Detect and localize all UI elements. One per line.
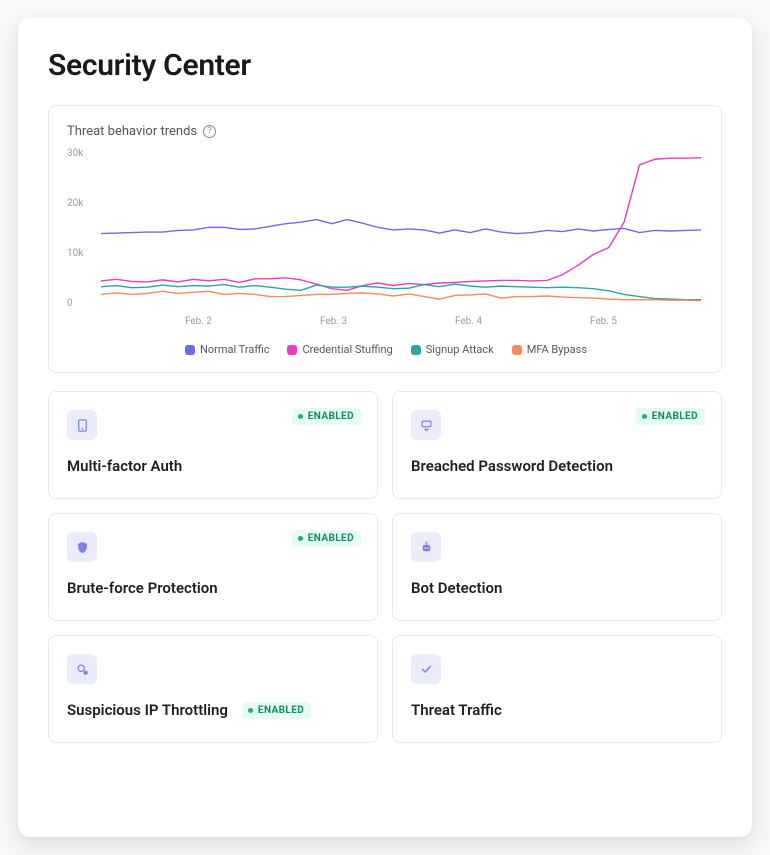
swatch (287, 345, 297, 355)
bot-icon (411, 532, 441, 562)
chart-series-line (101, 158, 701, 291)
status-dot-icon (298, 536, 303, 541)
status-dot-icon (298, 414, 303, 419)
lock-icon (67, 410, 97, 440)
tile-breached-password-detection[interactable]: ENABLED Breached Password Detection (392, 391, 722, 499)
tile-threat-traffic[interactable]: Threat Traffic (392, 635, 722, 743)
alert-icon (411, 410, 441, 440)
status-label: ENABLED (308, 533, 354, 544)
tile-brute-force-protection[interactable]: ENABLED Brute-force Protection (48, 513, 378, 621)
tile-title: Brute-force Protection (67, 579, 218, 597)
plot-area (101, 153, 701, 309)
ip-icon (67, 654, 97, 684)
chart-title: Threat behavior trends (67, 124, 197, 139)
legend-label: MFA Bypass (527, 343, 587, 356)
threat-trends-card: Threat behavior trends ? 30k 20k 10k 0 F… (48, 105, 722, 373)
legend-item: Credential Stuffing (287, 343, 392, 356)
threat-trends-plot: 30k 20k 10k 0 Feb. 2 Feb. 3 Feb. 4 Feb. … (67, 149, 705, 327)
legend-item: MFA Bypass (512, 343, 587, 356)
shield-icon (67, 532, 97, 562)
x-tick: Feb. 4 (455, 316, 482, 327)
legend-label: Signup Attack (426, 343, 494, 356)
status-label: ENABLED (308, 411, 354, 422)
status-dot-icon (642, 414, 647, 419)
chart-series-line (101, 220, 701, 234)
legend-label: Credential Stuffing (302, 343, 392, 356)
legend-item: Signup Attack (411, 343, 494, 356)
status-badge: ENABLED (292, 530, 361, 547)
x-tick: Feb. 5 (590, 316, 617, 327)
chart-series-line (101, 291, 701, 300)
x-tick: Feb. 3 (320, 316, 347, 327)
x-tick: Feb. 2 (185, 316, 212, 327)
y-tick: 20k (67, 199, 95, 209)
y-tick: 10k (67, 249, 95, 259)
status-badge: ENABLED (242, 702, 311, 719)
tile-title: Multi-factor Auth (67, 457, 182, 475)
tile-title: Breached Password Detection (411, 457, 613, 475)
y-axis: 30k 20k 10k 0 (67, 149, 95, 309)
check-icon (411, 654, 441, 684)
feature-tiles: ENABLED Multi-factor Auth ENABLED Breach… (48, 391, 722, 743)
swatch (512, 345, 522, 355)
chart-legend: Normal Traffic Credential Stuffing Signu… (67, 343, 705, 356)
tile-title: Bot Detection (411, 579, 502, 597)
swatch (411, 345, 421, 355)
tile-suspicious-ip-throttling[interactable]: Suspicious IP Throttling ENABLED (48, 635, 378, 743)
status-label: ENABLED (258, 705, 304, 716)
tile-title: Suspicious IP Throttling (67, 701, 228, 719)
security-center-panel: Security Center Threat behavior trends ?… (18, 18, 752, 837)
swatch (185, 345, 195, 355)
page-title: Security Center (48, 48, 722, 83)
status-dot-icon (248, 708, 253, 713)
help-icon[interactable]: ? (203, 125, 216, 138)
legend-item: Normal Traffic (185, 343, 269, 356)
tile-bot-detection[interactable]: Bot Detection (392, 513, 722, 621)
y-tick: 30k (67, 149, 95, 159)
status-badge: ENABLED (292, 408, 361, 425)
x-axis: Feb. 2 Feb. 3 Feb. 4 Feb. 5 (101, 316, 701, 327)
status-label: ENABLED (652, 411, 698, 422)
chart-header: Threat behavior trends ? (67, 124, 705, 139)
y-tick: 0 (67, 299, 95, 309)
tile-title: Threat Traffic (411, 701, 502, 719)
tile-multi-factor-auth[interactable]: ENABLED Multi-factor Auth (48, 391, 378, 499)
status-badge: ENABLED (636, 408, 705, 425)
legend-label: Normal Traffic (200, 343, 269, 356)
